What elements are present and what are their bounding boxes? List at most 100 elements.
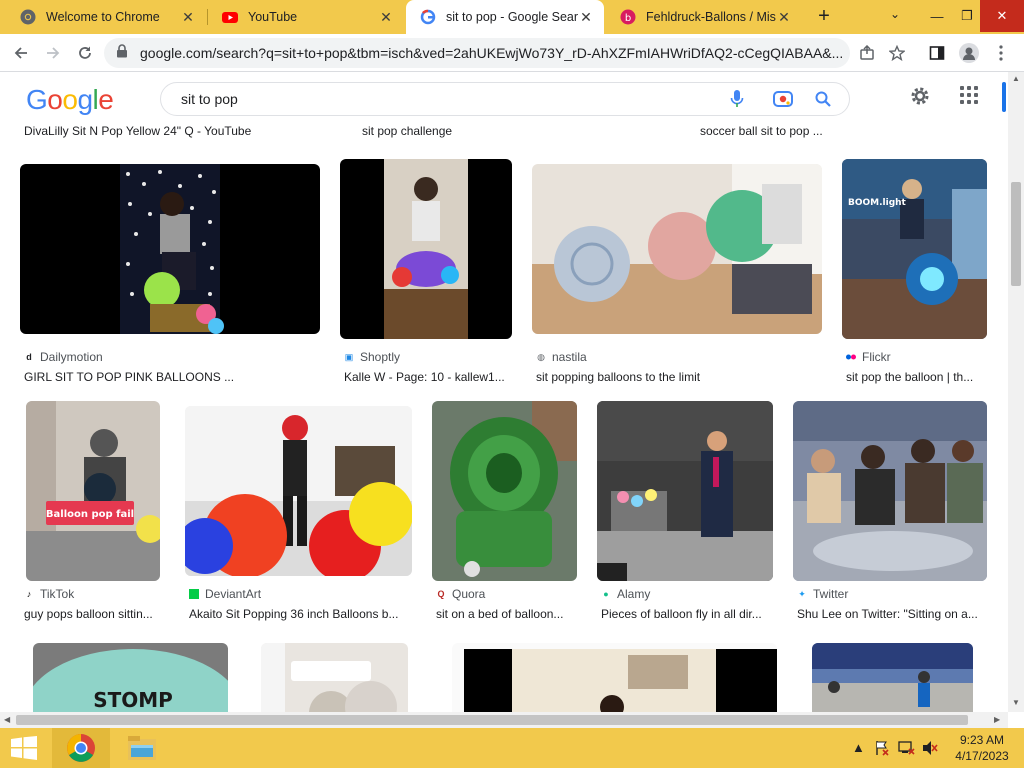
flickr-icon [846,352,856,362]
twitter-icon: ✦ [798,588,806,599]
youtube-icon [222,9,238,25]
result-image[interactable]: BOOM.light [842,159,987,339]
tab-title: Welcome to Chrome [46,10,160,24]
result-image[interactable] [432,401,577,581]
result-image[interactable] [185,406,412,576]
tab-google-search[interactable]: sit to pop - Google Search ✕ [406,0,604,34]
volume-muted-icon[interactable] [922,740,938,759]
close-tab-icon[interactable]: ✕ [578,9,594,26]
tiktok-icon: ♪ [26,589,32,599]
start-windows-icon[interactable] [0,728,48,768]
account-button[interactable] [1002,82,1006,112]
address-bar[interactable]: google.com/search?q=sit+to+pop&tbm=isch&… [104,38,850,68]
result-caption[interactable]: sit on a bed of balloon... [436,607,577,621]
result-image[interactable] [532,164,822,334]
result-caption[interactable]: Kalle W - Page: 10 - kallew1... [344,370,512,384]
new-tab-button[interactable]: + [812,5,836,29]
result-caption[interactable]: sit pop the balloon | th... [846,370,987,384]
tab-welcome[interactable]: Welcome to Chrome ✕ [6,0,206,34]
scroll-right-arrow-icon[interactable]: ▶ [994,715,1000,724]
close-tab-icon[interactable]: ✕ [378,9,394,26]
result-source: ♪ TikTok [24,587,74,601]
settings-gear-icon[interactable] [908,84,932,113]
google-icon [420,9,436,25]
lock-icon[interactable] [116,43,128,63]
google-logo[interactable]: Google [26,84,114,116]
result-source: ✦ Twitter [797,587,848,601]
clock-time: 9:23 AM [959,733,1005,747]
globe-icon: ◍ [537,351,545,362]
result-source: Flickr [846,350,891,364]
result-caption[interactable]: sit pop challenge [362,124,452,138]
result-image[interactable]: STOMP [33,643,228,712]
vertical-scrollbar[interactable]: ▲ ▼ [1008,72,1024,712]
tab-title: YouTube [248,10,298,24]
tab-title: Fehldruck-Ballons / Misprint [646,10,776,24]
result-caption[interactable]: Akaito Sit Popping 36 inch Balloons b... [189,607,412,621]
close-window-button[interactable]: ✕ [980,0,1024,32]
source-name: nastila [552,350,587,364]
close-tab-icon[interactable]: ✕ [776,9,792,26]
tab-fehldruck[interactable]: b Fehldruck-Ballons / Misprint ✕ [606,0,802,34]
result-image[interactable] [452,643,777,712]
horizontal-scrollbar[interactable]: ◀ ▶ [0,712,1008,728]
balloon-site-icon: b [620,9,636,25]
chrome-icon [20,9,36,25]
result-image[interactable] [793,401,987,581]
profile-avatar[interactable] [958,42,980,64]
google-apps-icon[interactable] [960,86,978,104]
tray-chevron-up-icon[interactable]: ▲ [852,740,865,755]
forward-button[interactable] [40,40,66,66]
result-caption[interactable]: guy pops balloon sittin... [24,607,164,621]
source-name: Dailymotion [40,350,103,364]
back-button[interactable] [8,40,34,66]
result-caption[interactable]: DivaLilly Sit N Pop Yellow 24" Q - YouTu… [24,124,251,138]
lens-camera-icon[interactable] [772,88,794,110]
search-icon[interactable] [812,88,834,110]
result-caption[interactable]: Pieces of balloon fly in all dir... [601,607,773,621]
tab-title: sit to pop - Google Search [446,10,578,24]
result-image[interactable] [340,159,512,339]
result-image[interactable] [597,401,773,581]
url-text: google.com/search?q=sit+to+pop&tbm=isch&… [140,45,844,61]
search-query: sit to pop [181,91,238,107]
browser-toolbar: google.com/search?q=sit+to+pop&tbm=isch&… [0,34,1024,72]
close-tab-icon[interactable]: ✕ [180,9,196,26]
result-caption[interactable]: soccer ball sit to pop ... [700,124,823,138]
stomp-text: STOMP [93,688,173,712]
result-image[interactable] [812,643,973,712]
tab-youtube[interactable]: YouTube ✕ [208,0,404,34]
clock-date: 4/17/2023 [955,749,1009,763]
vertical-scroll-thumb[interactable] [1011,182,1021,286]
reload-button[interactable] [72,40,98,66]
file-explorer-icon[interactable] [116,728,168,768]
maximize-button[interactable]: ❐ [952,0,982,32]
network-icon[interactable] [898,740,916,759]
source-name: Alamy [617,587,651,601]
scroll-down-arrow-icon[interactable]: ▼ [1012,698,1020,707]
taskbar: ▲ 9:23 AM 4/17/2023 [0,728,1024,768]
result-source: ● Alamy [601,587,650,601]
taskbar-chrome-icon[interactable] [52,728,110,768]
result-caption[interactable]: sit popping balloons to the limit [536,370,822,384]
source-name: Flickr [862,350,891,364]
result-image[interactable]: Balloon pop fail [26,401,160,581]
menu-icon[interactable] [990,42,1012,64]
source-name: Quora [452,587,486,601]
bookmark-star-icon[interactable] [886,42,908,64]
result-source: ▣ Shoptly [344,350,400,364]
scroll-left-arrow-icon[interactable]: ◀ [4,715,10,724]
result-caption[interactable]: GIRL SIT TO POP PINK BALLOONS ... [24,370,324,384]
result-image[interactable] [20,164,320,334]
microphone-icon[interactable] [726,88,748,110]
chevron-down-icon[interactable]: ⌄ [890,7,900,21]
result-image[interactable] [261,643,408,712]
action-center-flag-icon[interactable] [874,740,890,759]
scroll-up-arrow-icon[interactable]: ▲ [1012,74,1020,83]
side-panel-icon[interactable] [926,42,948,64]
horizontal-scroll-thumb[interactable] [16,715,968,725]
share-icon[interactable] [856,42,878,64]
minimize-button[interactable]: — [922,0,952,32]
result-caption[interactable]: Shu Lee on Twitter: "Sitting on a... [797,607,987,621]
system-clock[interactable]: 9:23 AM 4/17/2023 [944,732,1020,764]
